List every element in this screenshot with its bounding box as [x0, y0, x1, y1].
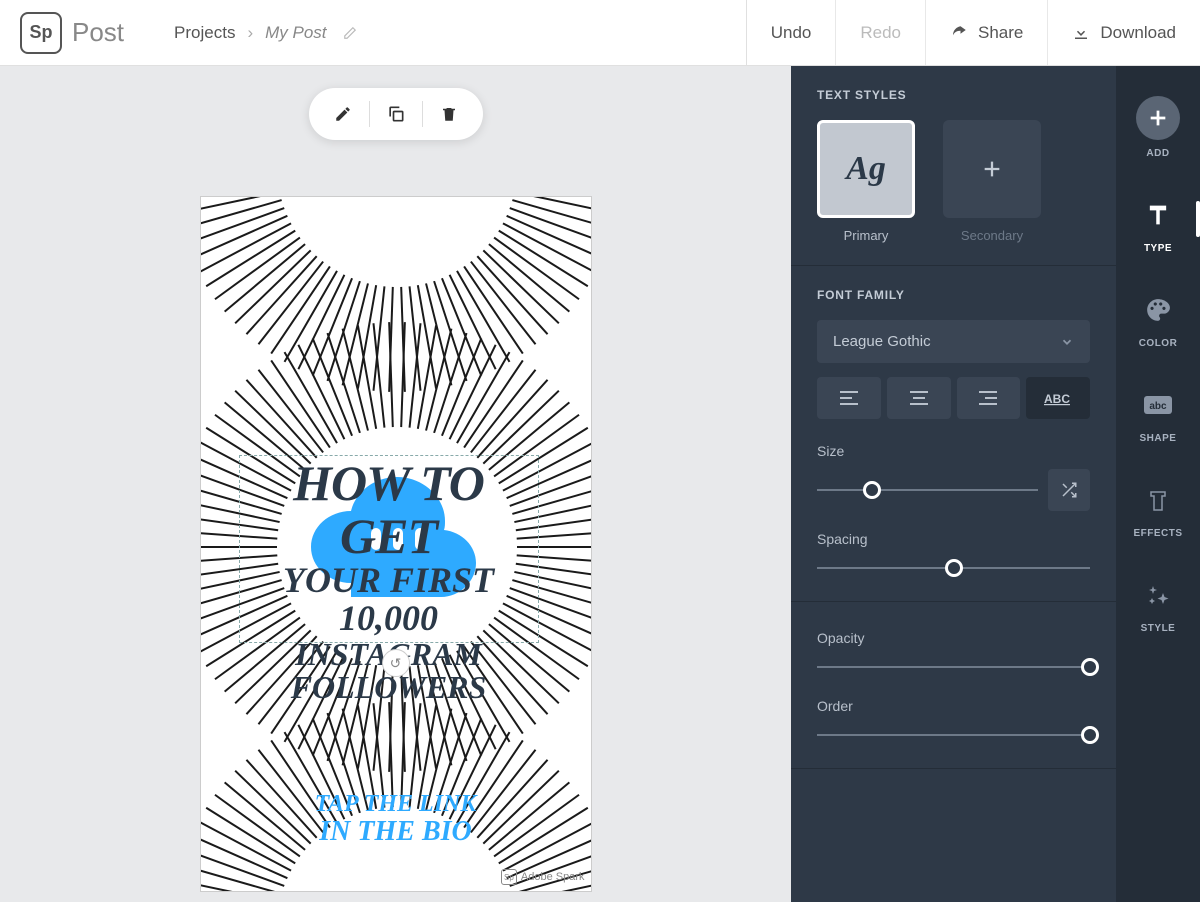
rail-add[interactable]: ADD — [1116, 88, 1200, 167]
secondary-style-card[interactable]: Secondary — [943, 120, 1041, 243]
tool-rail: ADD TYPE COLOR abc SHAPE — [1116, 66, 1200, 902]
duplicate-button[interactable] — [370, 88, 422, 140]
align-right-icon — [978, 390, 998, 406]
floating-toolbar — [309, 88, 483, 140]
primary-style-card[interactable]: Ag Primary — [817, 120, 915, 243]
align-left-button[interactable] — [817, 377, 881, 419]
text-styles-heading: TEXT STYLES — [817, 88, 1090, 102]
opacity-slider[interactable] — [817, 656, 1090, 678]
opacity-label: Opacity — [817, 630, 1090, 646]
share-button[interactable]: Share — [925, 0, 1047, 65]
primary-style-label: Primary — [817, 228, 915, 243]
effects-icon — [1138, 480, 1178, 520]
decoration-radial-top — [200, 196, 592, 407]
font-family-value: League Gothic — [833, 333, 931, 350]
palette-icon — [1138, 290, 1178, 330]
spacing-slider[interactable] — [817, 557, 1090, 579]
chevron-right-icon: › — [247, 23, 253, 43]
justify-icon: ABC — [1044, 390, 1072, 406]
shuffle-size-button[interactable] — [1048, 469, 1090, 511]
edit-name-icon[interactable] — [343, 26, 357, 40]
breadcrumb-projects[interactable]: Projects — [174, 23, 235, 43]
watermark: Sp Adobe Spark — [501, 869, 585, 885]
text-line: IN THE BIO — [201, 817, 591, 848]
redo-button[interactable]: Redo — [835, 0, 925, 65]
rail-type[interactable]: TYPE — [1116, 187, 1200, 262]
size-label: Size — [817, 443, 1090, 459]
align-justify-button[interactable]: ABC — [1026, 377, 1090, 419]
text-line: HOW TO GET — [241, 457, 537, 562]
design-canvas[interactable]: HOW TO GET YOUR FIRST 10,000 INSTAGRAM F… — [200, 196, 592, 892]
secondary-text-block[interactable]: TAP THE LINK IN THE BIO — [201, 791, 591, 848]
font-family-heading: FONT FAMILY — [817, 288, 1090, 302]
size-slider[interactable] — [817, 479, 1038, 501]
align-left-icon — [839, 390, 859, 406]
shuffle-icon — [1060, 481, 1078, 499]
align-center-icon — [909, 390, 929, 406]
add-icon — [1136, 96, 1180, 140]
rail-color[interactable]: COLOR — [1116, 282, 1200, 357]
rotate-handle[interactable]: ↺ — [382, 649, 410, 677]
share-icon — [950, 24, 968, 42]
plus-icon — [981, 158, 1003, 180]
active-indicator — [1196, 201, 1200, 237]
text-line: TAP THE LINK — [201, 791, 591, 817]
rail-shape[interactable]: abc SHAPE — [1116, 377, 1200, 452]
svg-text:ABC: ABC — [1044, 392, 1070, 406]
order-label: Order — [817, 698, 1090, 714]
undo-button[interactable]: Undo — [746, 0, 836, 65]
watermark-logo-icon: Sp — [501, 869, 517, 885]
shape-icon: abc — [1138, 385, 1178, 425]
canvas-area: HOW TO GET YOUR FIRST 10,000 INSTAGRAM F… — [0, 66, 791, 902]
chevron-down-icon — [1060, 335, 1074, 349]
download-icon — [1072, 24, 1090, 42]
order-slider[interactable] — [817, 724, 1090, 746]
spacing-label: Spacing — [817, 531, 1090, 547]
download-button[interactable]: Download — [1047, 0, 1200, 65]
breadcrumb-current[interactable]: My Post — [265, 23, 326, 43]
font-family-dropdown[interactable]: League Gothic — [817, 320, 1090, 363]
edit-button[interactable] — [317, 88, 369, 140]
logo-group: Sp Post — [0, 12, 144, 54]
add-style-button[interactable] — [943, 120, 1041, 218]
text-line: YOUR FIRST 10,000 — [241, 562, 537, 638]
align-right-button[interactable] — [957, 377, 1021, 419]
style-icon — [1138, 575, 1178, 615]
align-center-button[interactable] — [887, 377, 951, 419]
properties-panel: TEXT STYLES Ag Primary Secondary FONT — [791, 66, 1116, 902]
breadcrumb: Projects › My Post — [174, 23, 357, 43]
svg-text:abc: abc — [1149, 401, 1167, 412]
type-icon — [1138, 195, 1178, 235]
secondary-style-label: Secondary — [943, 228, 1041, 243]
primary-style-swatch[interactable]: Ag — [817, 120, 915, 218]
rail-style[interactable]: STYLE — [1116, 567, 1200, 642]
rail-effects[interactable]: EFFECTS — [1116, 472, 1200, 547]
spark-logo[interactable]: Sp — [20, 12, 62, 54]
app-name: Post — [72, 17, 124, 48]
delete-button[interactable] — [423, 88, 475, 140]
app-header: Sp Post Projects › My Post Undo Redo Sha… — [0, 0, 1200, 66]
